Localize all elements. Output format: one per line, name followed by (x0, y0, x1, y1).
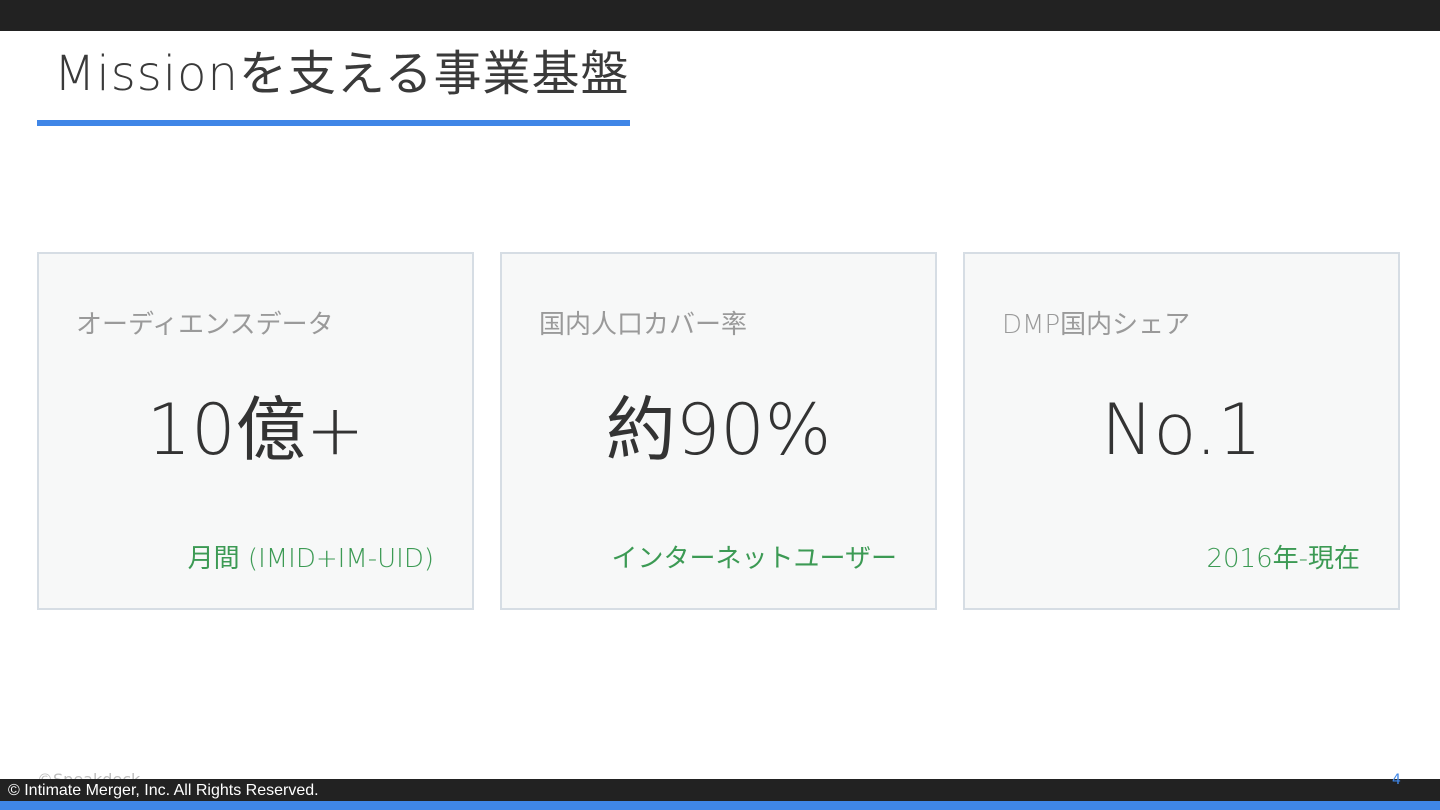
slide-title: Missionを支える事業基盤 (54, 46, 630, 102)
stat-card-population-coverage: 国内人口カバー率 約90% インターネットユーザー (500, 252, 937, 610)
stat-card-dmp-share: DMP国内シェア No.1 2016年-現在 (963, 252, 1400, 610)
stat-card-label: 国内人口カバー率 (539, 310, 748, 340)
stat-card-label: DMP国内シェア (1002, 310, 1191, 340)
stat-card-value: No.1 (1101, 389, 1262, 471)
stat-card-value: 約90% (605, 389, 832, 471)
bottom-accent-bar (0, 801, 1440, 810)
stat-card-audience-data: オーディエンスデータ 10億+ 月間 (IMID+IM-UID) (37, 252, 474, 610)
page-number: 4 (1392, 772, 1401, 788)
stat-card-label: オーディエンスデータ (76, 310, 334, 340)
copyright-text: © Intimate Merger, Inc. All Rights Reser… (8, 782, 319, 799)
title-underline (37, 120, 630, 126)
stat-card-note: 2016年-現在 (1206, 544, 1360, 574)
stat-card-note: インターネットユーザー (611, 544, 897, 574)
footer-bar: © Intimate Merger, Inc. All Rights Reser… (0, 779, 1440, 801)
stat-card-value: 10億+ (146, 389, 365, 471)
stat-card-note: 月間 (IMID+IM-UID) (187, 544, 434, 574)
top-bar (0, 0, 1440, 31)
